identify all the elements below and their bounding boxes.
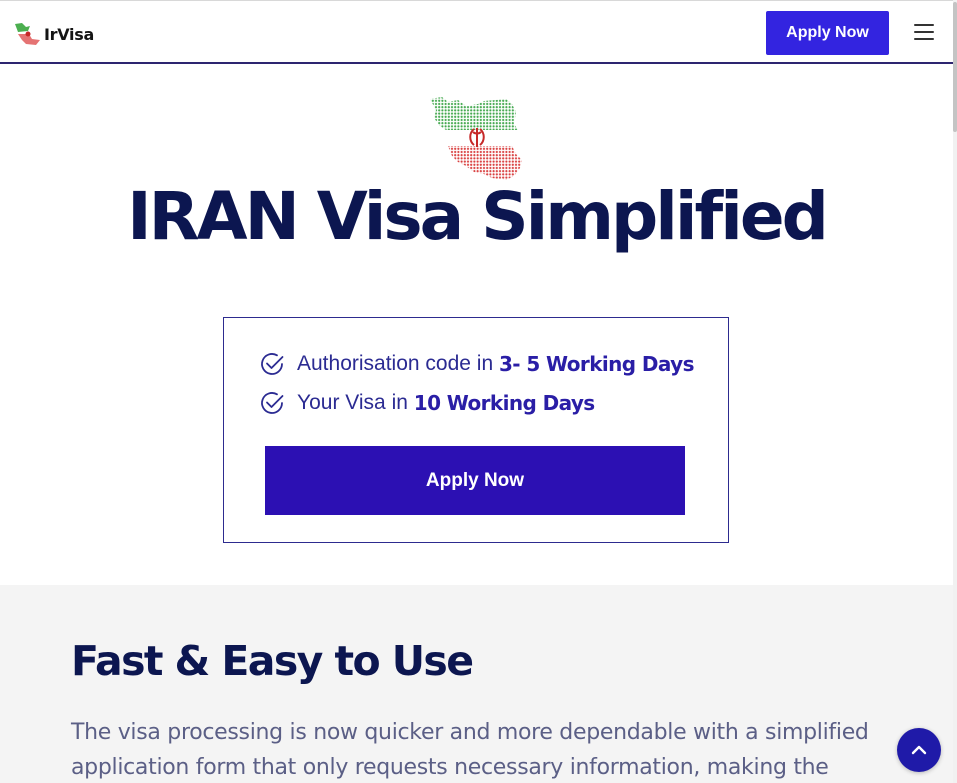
logo-map-icon (15, 23, 40, 45)
feature-authorisation: Authorisation code in 3- 5 Working Days (258, 350, 695, 378)
check-circle-icon (261, 353, 284, 375)
site-logo[interactable]: IrVisa (14, 19, 94, 49)
page-scrollbar[interactable] (953, 0, 957, 783)
feature-text: Your Visa in (297, 391, 408, 414)
scrollbar-thumb[interactable] (953, 2, 957, 132)
check-circle-icon (261, 392, 284, 414)
feature-highlight: 10 Working Days (413, 391, 595, 415)
feature-text: Authorisation code in (297, 352, 494, 375)
feature-visa-time: Your Visa in 10 Working Days (258, 389, 595, 417)
hamburger-menu-icon[interactable] (914, 24, 936, 42)
section-title: Fast & Easy to Use (71, 637, 474, 685)
chevron-up-icon (911, 745, 927, 755)
visa-info-box: Authorisation code in 3- 5 Working Days … (223, 317, 729, 543)
site-header: IrVisa Apply Now (0, 0, 953, 64)
logo-text: IrVisa (44, 24, 94, 44)
header-apply-now-button[interactable]: Apply Now (766, 11, 889, 55)
section-description: The visa processing is now quicker and m… (71, 720, 869, 780)
iran-flag-map-icon (430, 97, 522, 180)
hero-section: IRAN Visa Simplified Authorisation code … (0, 66, 953, 585)
apply-now-button[interactable]: Apply Now (265, 446, 685, 515)
feature-highlight: 3- 5 Working Days (498, 352, 695, 376)
scroll-to-top-button[interactable] (897, 728, 941, 772)
fast-easy-section: Fast & Easy to Use The visa processing i… (0, 585, 953, 783)
hero-title: IRAN Visa Simplified (127, 178, 829, 255)
